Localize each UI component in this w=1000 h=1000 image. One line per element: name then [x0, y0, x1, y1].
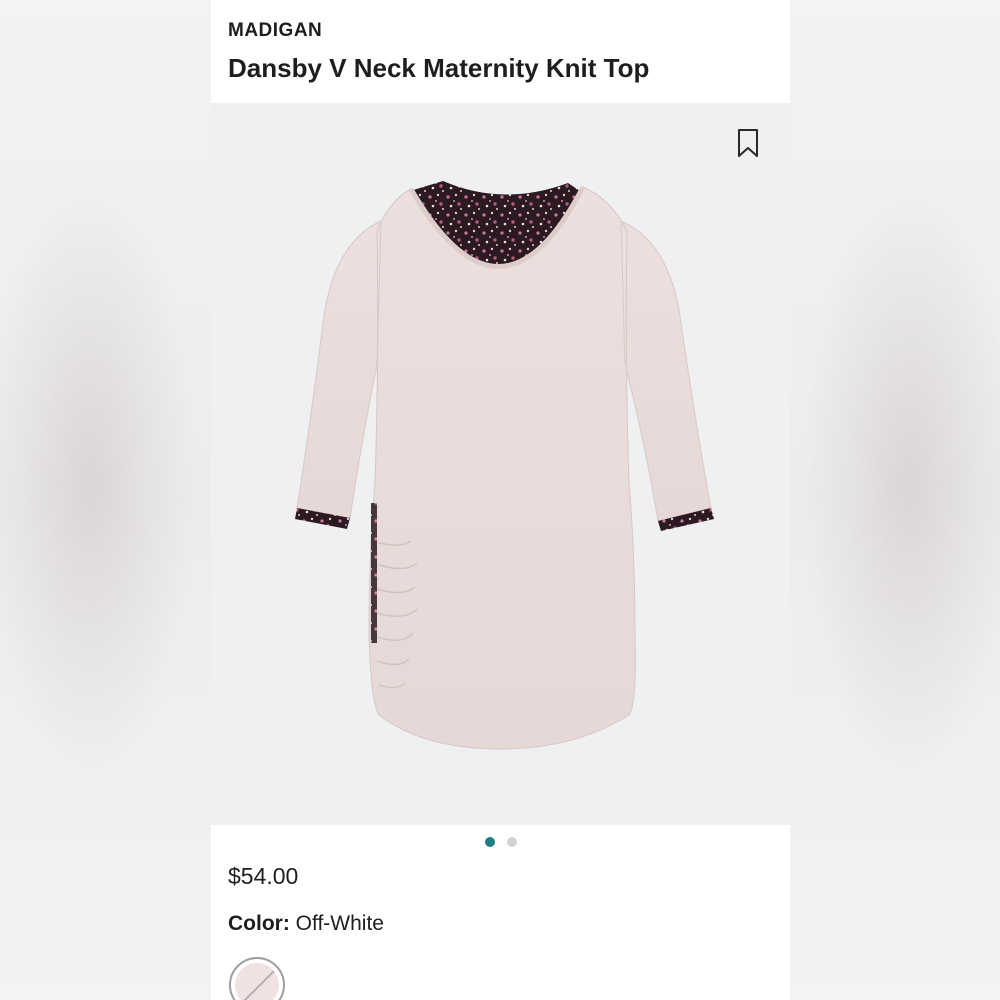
- product-image-gallery[interactable]: [211, 103, 790, 825]
- image-pagination: [211, 837, 790, 849]
- swatch-fill: [235, 963, 279, 1000]
- color-row: Color: Off-White: [228, 912, 384, 936]
- color-swatch-off-white[interactable]: [229, 957, 285, 1000]
- color-label: Color:: [228, 912, 296, 935]
- product-title: Dansby V Neck Maternity Knit Top: [228, 53, 650, 83]
- product-image[interactable]: [211, 103, 790, 825]
- color-value: Off-White: [295, 912, 384, 935]
- product-card: MADIGAN Dansby V Neck Maternity Knit Top: [211, 0, 790, 1000]
- pagination-dot-2[interactable]: [506, 837, 517, 847]
- brand-name[interactable]: MADIGAN: [228, 20, 322, 42]
- pagination-dot-1[interactable]: [484, 837, 495, 847]
- product-price: $54.00: [228, 863, 299, 889]
- bookmark-icon[interactable]: [736, 128, 760, 158]
